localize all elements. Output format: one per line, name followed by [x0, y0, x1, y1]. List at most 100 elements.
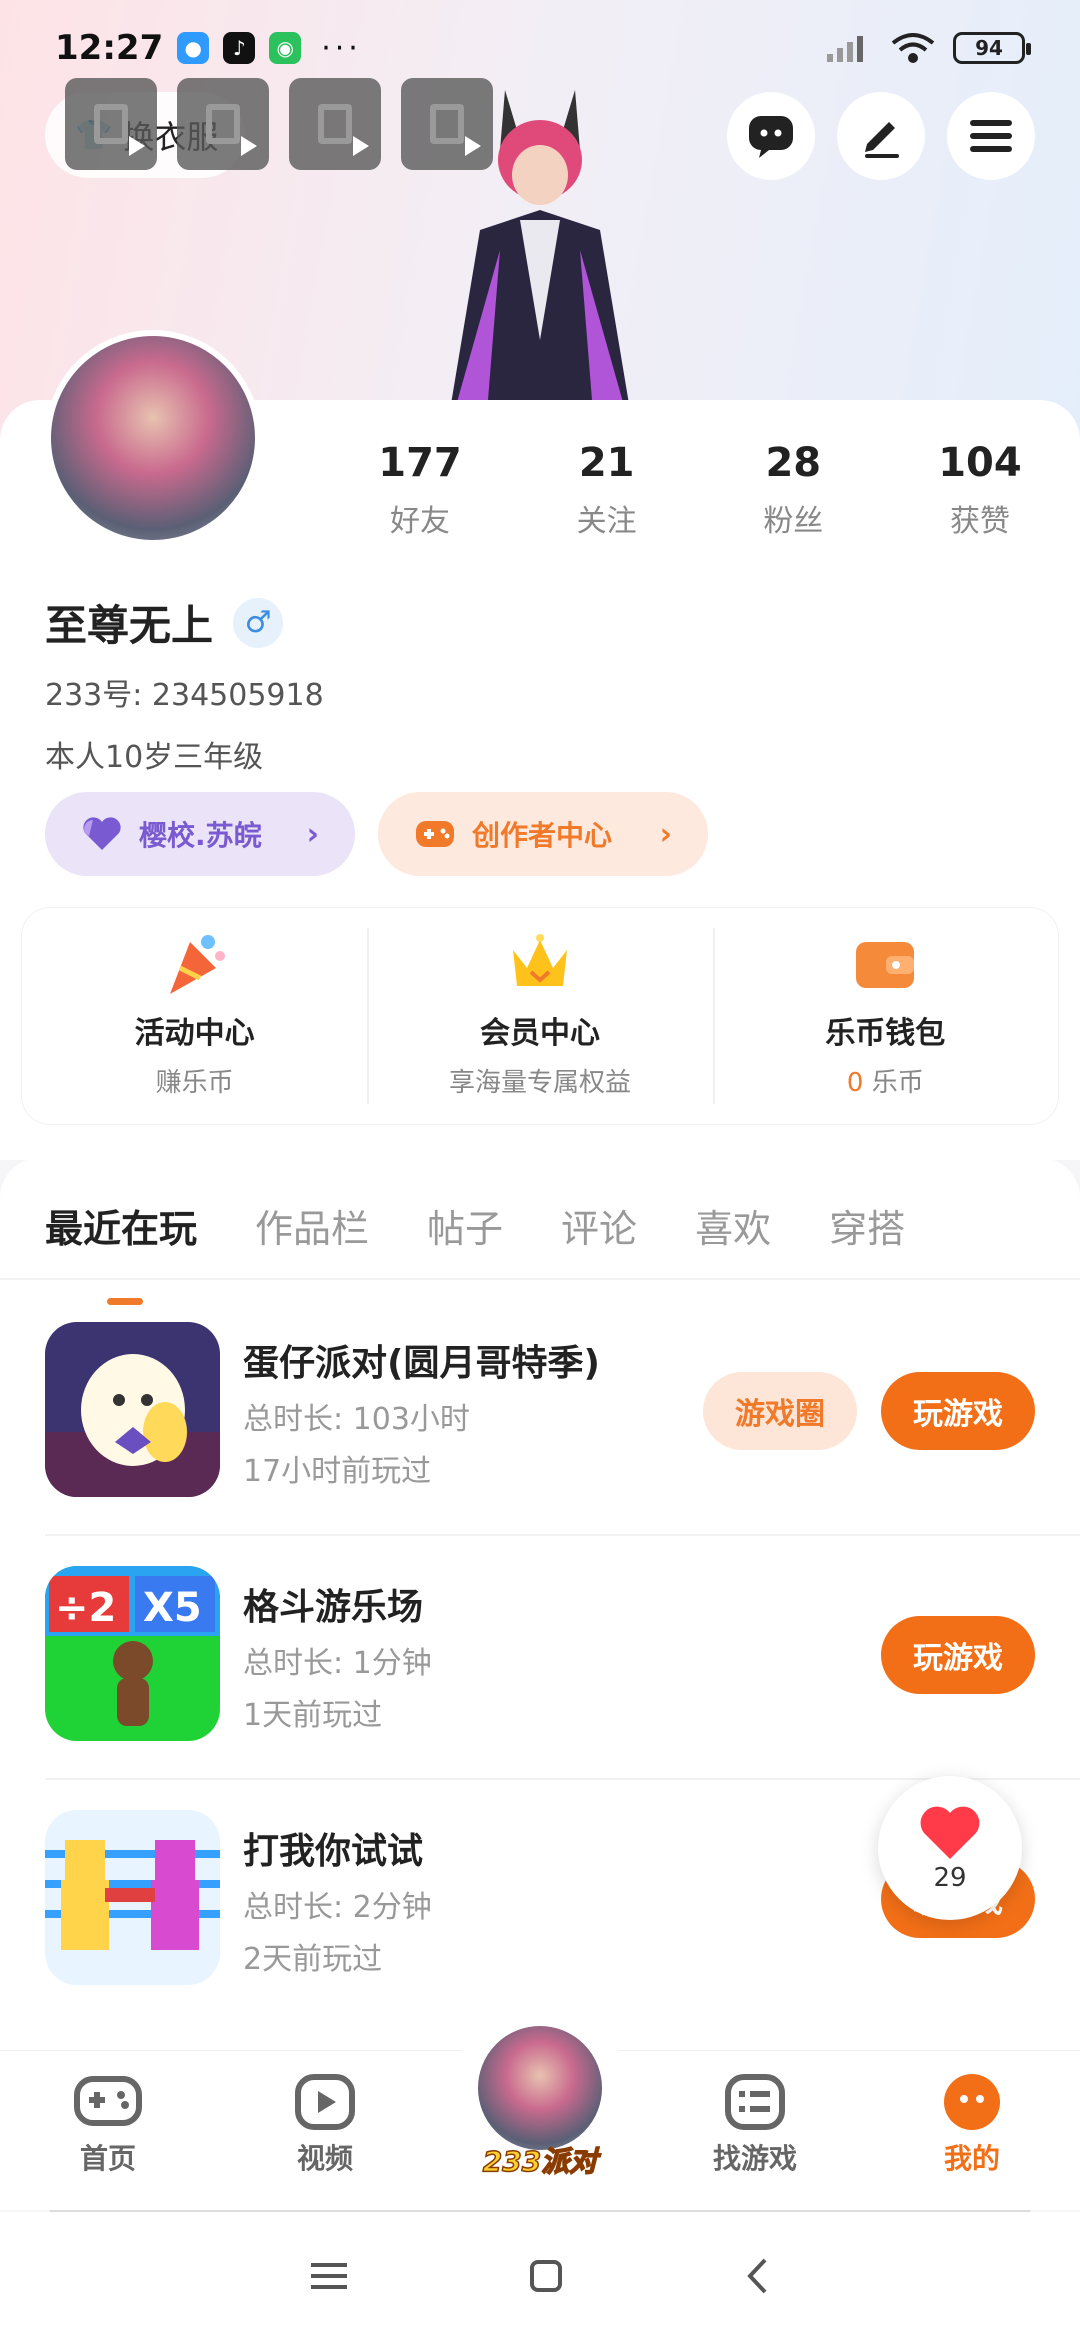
service-title: 活动中心 [134, 1016, 255, 1051]
avatar[interactable] [45, 330, 261, 546]
stat-label: 关注 [576, 504, 637, 539]
divider [0, 1278, 1080, 1280]
game-title: 格斗游乐场 [243, 1587, 424, 1628]
tiktok-icon: ♪ [223, 32, 256, 64]
nav-party-avatar[interactable] [474, 2022, 606, 2154]
activity-center-button[interactable]: 活动中心 赚乐币 [22, 908, 367, 1124]
heart-icon [920, 1806, 980, 1859]
more-notifications-icon: ··· [321, 30, 362, 66]
vip-center-button[interactable]: 会员中心 享海量专属权益 [367, 908, 712, 1124]
coin-unit: 乐币 [863, 1068, 924, 1098]
male-gender-icon: ♂ [233, 597, 284, 648]
service-title: 会员中心 [479, 1016, 600, 1051]
menu-button[interactable] [947, 92, 1035, 180]
status-time: 12:27 [55, 28, 164, 68]
stat-value: 177 [378, 440, 462, 486]
play-icon [241, 136, 257, 156]
floating-like-button[interactable]: 29 [878, 1776, 1022, 1920]
game-duration: 总时长: 2分钟 [243, 1890, 432, 1925]
wallet-icon [856, 942, 915, 988]
hamburger-menu-icon [970, 120, 1012, 152]
game-icon-hit-me[interactable] [45, 1810, 220, 1985]
heart-icon [83, 817, 121, 850]
play-game-button[interactable]: 玩游戏 [881, 1616, 1035, 1694]
stat-friends[interactable]: 177 好友 [360, 440, 480, 540]
tab-comments[interactable]: 评论 [561, 1198, 637, 1253]
party-popper-icon [169, 935, 225, 994]
stat-following[interactable]: 21 关注 [547, 440, 667, 540]
stat-likes[interactable]: 104 获赞 [920, 440, 1040, 540]
list-item[interactable]: 蛋仔派对(圆月哥特季) 总时长: 103小时 17小时前玩过 游戏圈 玩游戏 [45, 1322, 1080, 1565]
service-subtitle: 0 乐币 [847, 1062, 924, 1099]
stat-label: 好友 [390, 504, 450, 539]
outfit-thumbnails [65, 78, 493, 170]
divider [45, 1534, 1080, 1536]
tab-works[interactable]: 作品栏 [255, 1198, 369, 1253]
stat-label: 粉丝 [763, 504, 824, 539]
nav-home[interactable]: 首页 [38, 2073, 178, 2177]
play-icon [129, 136, 145, 156]
tab-recent[interactable]: 最近在玩 [45, 1198, 197, 1305]
stat-value: 28 [765, 440, 822, 486]
play-game-button[interactable]: 玩游戏 [881, 1372, 1035, 1450]
home-icon[interactable] [529, 2259, 563, 2293]
chat-bubble-icon [749, 116, 793, 158]
wallet-button[interactable]: 乐币钱包 0 乐币 [712, 908, 1058, 1124]
gamepad-icon [416, 821, 454, 847]
game-icon-eggy-party[interactable] [45, 1322, 220, 1497]
game-duration: 总时长: 1分钟 [243, 1646, 432, 1681]
play-icon [353, 136, 369, 156]
game-last-played: 1天前玩过 [243, 1698, 383, 1733]
tab-likes[interactable]: 喜欢 [695, 1198, 771, 1253]
game-title: 打我你试试 [243, 1831, 424, 1872]
chevron-right-icon: › [659, 816, 672, 852]
signal-icon [827, 36, 863, 62]
profile-stats: 177 好友 21 关注 28 粉丝 104 获赞 [360, 440, 1040, 540]
battery-indicator: 94 [953, 32, 1031, 64]
tab-outfits[interactable]: 穿搭 [829, 1198, 905, 1253]
creator-center-button[interactable]: 创作者中心 › [378, 792, 708, 876]
nav-party-label[interactable]: 233派对 [470, 2140, 610, 2180]
wechat-icon: ◉ [269, 32, 302, 64]
school-tag-button[interactable]: 樱校.苏皖 › [45, 792, 355, 876]
outfit-video-thumb[interactable] [177, 78, 269, 170]
services-panel: 活动中心 赚乐币 会员中心 享海量专属权益 乐币钱包 0 乐币 [22, 908, 1058, 1124]
outfit-video-thumb[interactable] [289, 78, 381, 170]
profile-tabs: 最近在玩 作品栏 帖子 评论 喜欢 穿搭 [45, 1198, 905, 1305]
game-circle-button[interactable]: 游戏圈 [703, 1372, 857, 1450]
status-bar: 12:27 ● ♪ ◉ ··· 94 [55, 20, 1031, 76]
svg-text:÷2: ÷2 [55, 1585, 116, 1631]
service-subtitle: 享海量专属权益 [448, 1068, 631, 1098]
game-duration: 总时长: 103小时 [243, 1402, 470, 1437]
crown-icon [512, 934, 567, 986]
chevron-right-icon: › [306, 816, 319, 852]
name-row: 至尊无上 ♂ [45, 592, 284, 653]
game-last-played: 17小时前玩过 [243, 1454, 432, 1489]
nav-find-games[interactable]: 找游戏 [685, 2073, 825, 2177]
stat-label: 获赞 [949, 504, 1010, 539]
messages-button[interactable] [727, 92, 815, 180]
outfit-video-thumb[interactable] [65, 78, 157, 170]
back-icon[interactable] [745, 2257, 769, 2295]
stat-value: 104 [938, 440, 1022, 486]
list-icon [725, 2074, 785, 2130]
stat-value: 21 [578, 440, 635, 486]
user-bio: 本人10岁三年级 [45, 740, 264, 775]
game-title: 蛋仔派对(圆月哥特季) [243, 1343, 600, 1384]
like-count: 29 [933, 1863, 967, 1893]
nav-mine[interactable]: 我的 [902, 2073, 1042, 2177]
pencil-icon [865, 122, 899, 158]
recent-apps-icon[interactable] [311, 2261, 347, 2291]
game-icon-fight-playground[interactable]: ÷2 X5 [45, 1566, 220, 1741]
user-id[interactable]: 233号: 234505918 [45, 670, 324, 714]
tab-posts[interactable]: 帖子 [427, 1198, 503, 1253]
system-nav-bar [0, 2212, 1080, 2340]
nav-video[interactable]: 视频 [255, 2073, 395, 2177]
profile-face-icon [944, 2074, 1000, 2130]
gamepad-icon [74, 2076, 142, 2126]
edit-profile-button[interactable] [837, 92, 925, 180]
list-item[interactable]: ÷2 X5 格斗游乐场 总时长: 1分钟 1天前玩过 玩游戏 [45, 1566, 1080, 1809]
stat-followers[interactable]: 28 粉丝 [733, 440, 853, 540]
wifi-icon [891, 33, 935, 63]
video-play-icon [295, 2074, 355, 2130]
